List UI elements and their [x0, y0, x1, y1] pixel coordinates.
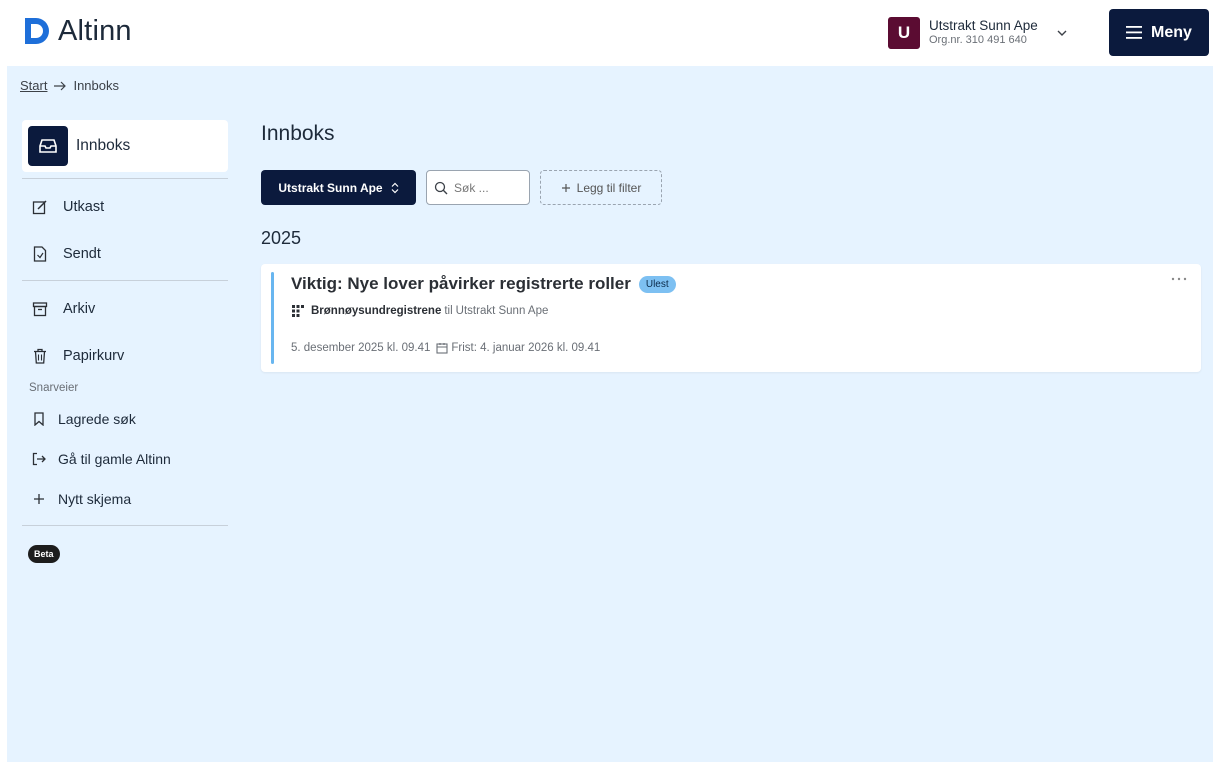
sidebar-item-label: Arkiv: [63, 300, 96, 317]
filter-bar: Utstrakt Sunn Ape Legg til filter: [261, 170, 662, 205]
unread-badge: Ulest: [638, 275, 676, 293]
sidebar-item-innboks[interactable]: Innboks: [22, 120, 228, 172]
breadcrumb-start-link[interactable]: Start: [20, 78, 47, 93]
message-recipient: Utstrakt Sunn Ape: [455, 305, 549, 317]
breadcrumb: Start Innboks: [20, 78, 119, 93]
page-title: Innboks: [261, 122, 335, 145]
inbox-icon: [28, 126, 68, 166]
account-info: Utstrakt Sunn Ape Org.nr. 310 491 640: [929, 18, 1038, 48]
message-date: 5. desember 2025 kl. 09.41: [291, 342, 431, 354]
trash-icon: [32, 348, 48, 364]
shortcut-label: Gå til gamle Altinn: [58, 451, 171, 467]
org-select-label: Utstrakt Sunn Ape: [278, 180, 383, 195]
message-to-word: til: [444, 305, 453, 317]
main-area: Start Innboks Innboks Utkast Sendt Arkiv…: [7, 66, 1213, 762]
sidebar-item-label: Innboks: [76, 137, 131, 154]
add-filter-button[interactable]: Legg til filter: [540, 170, 662, 205]
message-sender: Brønnøysundregistrene: [311, 305, 442, 317]
search-input[interactable]: [454, 180, 524, 195]
message-due-date: Frist: 4. januar 2026 kl. 09.41: [451, 342, 601, 354]
plus-icon: [561, 183, 570, 192]
search-box: [426, 170, 530, 205]
arrow-right-icon: [54, 81, 67, 90]
sidebar-item-label: Papirkurv: [63, 347, 125, 364]
shortcut-old-altinn[interactable]: Gå til gamle Altinn: [22, 439, 228, 479]
archive-icon: [32, 301, 48, 317]
edit-icon: [32, 199, 48, 215]
menu-label: Meny: [1151, 23, 1192, 41]
altinn-logo-icon: [25, 18, 49, 44]
sidebar-item-label: Sendt: [63, 245, 101, 262]
bookmark-icon: [32, 412, 46, 426]
sidebar-item-label: Utkast: [63, 198, 105, 215]
chevron-down-icon: [1057, 30, 1067, 36]
search-icon: [434, 181, 448, 194]
unread-indicator: [271, 272, 274, 364]
organization-icon: [292, 305, 304, 317]
more-options-icon[interactable]: [1171, 276, 1187, 282]
year-heading: 2025: [261, 228, 302, 248]
org-select-button[interactable]: Utstrakt Sunn Ape: [261, 170, 416, 205]
hamburger-icon: [1126, 26, 1143, 39]
message-item[interactable]: Viktig: Nye lover påvirker registrerte r…: [261, 264, 1201, 372]
menu-button[interactable]: Meny: [1109, 9, 1209, 56]
sent-file-icon: [32, 245, 48, 262]
shortcuts-heading: Snarveier: [29, 382, 79, 394]
breadcrumb-current: Innboks: [73, 78, 120, 93]
shortcut-label: Lagrede søk: [58, 411, 136, 427]
sidebar-divider: [22, 280, 228, 281]
top-header: Altinn U Utstrakt Sunn Ape Org.nr. 310 4…: [0, 0, 1213, 66]
sidebar-item-utkast[interactable]: Utkast: [22, 183, 228, 230]
account-switcher[interactable]: U Utstrakt Sunn Ape Org.nr. 310 491 640: [888, 16, 1068, 50]
account-name: Utstrakt Sunn Ape: [929, 18, 1038, 33]
sidebar-divider: [22, 178, 228, 179]
account-org-number: Org.nr. 310 491 640: [929, 34, 1027, 46]
logo-text: Altinn: [58, 15, 132, 47]
shortcut-new-form[interactable]: Nytt skjema: [22, 479, 228, 519]
message-sender-row: Brønnøysundregistrene til Utstrakt Sunn …: [291, 304, 548, 318]
plus-icon: [32, 492, 46, 506]
message-title-text: Viktig: Nye lover påvirker registrerte r…: [291, 274, 631, 293]
sidebar-item-papirkurv[interactable]: Papirkurv: [22, 332, 228, 379]
beta-badge: Beta: [28, 545, 60, 563]
altinn-logo[interactable]: Altinn: [22, 16, 132, 46]
account-avatar: U: [888, 17, 920, 49]
message-meta-row: 5. desember 2025 kl. 09.41 Frist: 4. jan…: [291, 342, 600, 354]
shortcut-label: Nytt skjema: [58, 491, 132, 507]
sidebar-item-arkiv[interactable]: Arkiv: [22, 285, 228, 332]
sort-chevrons-icon: [391, 182, 399, 193]
message-title: Viktig: Nye lover påvirker registrerte r…: [291, 274, 676, 294]
exit-arrow-icon: [32, 452, 46, 466]
sidebar-item-sendt[interactable]: Sendt: [22, 230, 228, 277]
sidebar-divider: [22, 525, 228, 526]
calendar-icon: [436, 343, 448, 354]
sidebar: Innboks Utkast Sendt Arkiv Papirkurv Sna…: [22, 120, 228, 563]
add-filter-label: Legg til filter: [576, 180, 642, 195]
shortcut-saved-searches[interactable]: Lagrede søk: [22, 399, 228, 439]
